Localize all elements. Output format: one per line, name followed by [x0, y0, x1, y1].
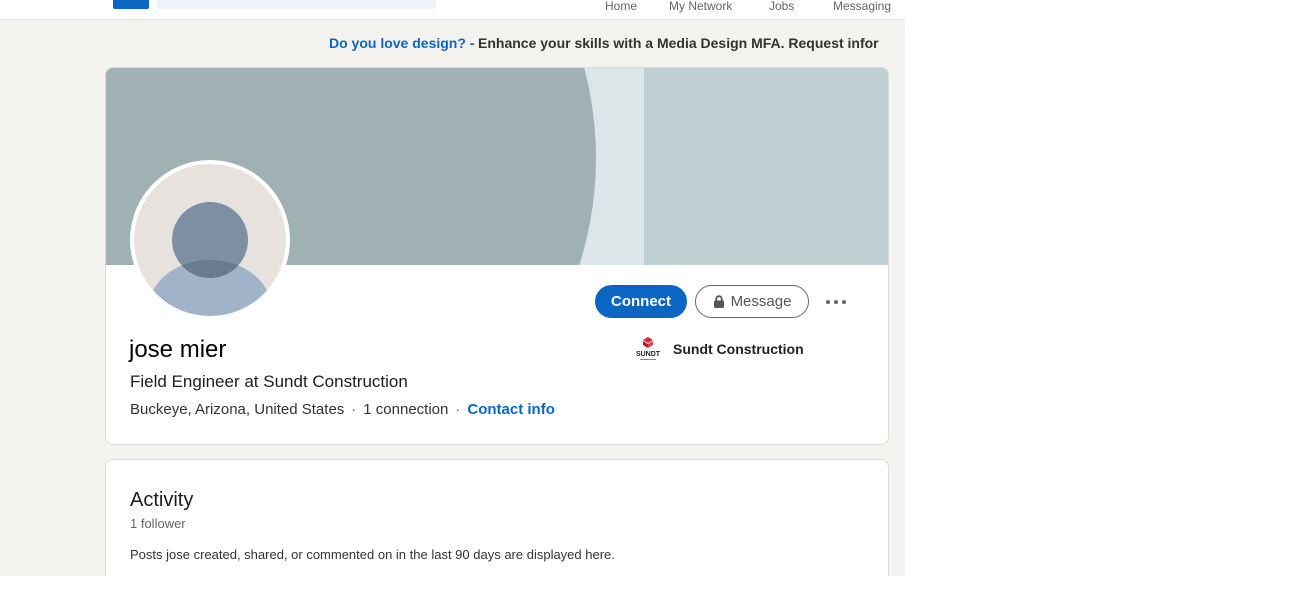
message-button[interactable]: Message	[695, 285, 809, 318]
activity-section: Activity 1 follower Posts jose created, …	[105, 459, 889, 576]
browser-viewport: Home My Network Jobs Messaging Do you lo…	[0, 0, 905, 576]
sundt-logo-icon: SUNDT	[633, 334, 663, 364]
company-name: Sundt Construction	[673, 341, 804, 357]
nav-item-messaging[interactable]: Messaging	[833, 0, 891, 13]
nav-item-jobs[interactable]: Jobs	[769, 0, 794, 13]
svg-text:SUNDT: SUNDT	[636, 351, 661, 358]
connect-button[interactable]: Connect	[595, 285, 687, 318]
profile-meta: Buckeye, Arizona, United States · 1 connec…	[130, 401, 555, 418]
lock-icon	[713, 295, 724, 308]
ad-lead-link[interactable]: Do you love design? -	[329, 35, 474, 51]
activity-title: Activity	[130, 489, 194, 511]
ad-banner[interactable]: Do you love design? - Enhance your skill…	[0, 35, 905, 55]
message-button-label: Message	[730, 293, 792, 310]
search-input[interactable]	[157, 0, 436, 9]
linkedin-logo-icon[interactable]	[113, 0, 149, 9]
follower-count: 1 follower	[130, 516, 186, 531]
current-company[interactable]: SUNDT Sundt Construction	[633, 334, 804, 364]
profile-name: jose mier	[129, 336, 227, 363]
profile-headline: Field Engineer at Sundt Construction	[130, 372, 408, 391]
profile-top-card: Connect Message jose mier Field Engineer…	[105, 67, 889, 445]
default-avatar-icon[interactable]	[130, 160, 290, 320]
more-options-icon[interactable]	[818, 285, 854, 318]
connections-count[interactable]: 1 connection	[363, 401, 448, 418]
nav-item-home[interactable]: Home	[605, 0, 637, 13]
activity-description: Posts jose created, shared, or commented…	[130, 547, 615, 562]
contact-info-link[interactable]: Contact info	[467, 401, 555, 418]
ad-text: Enhance your skills with a Media Design …	[478, 35, 879, 51]
global-nav: Home My Network Jobs Messaging	[0, 0, 905, 20]
profile-location: Buckeye, Arizona, United States	[130, 401, 345, 418]
nav-item-my-network[interactable]: My Network	[669, 0, 732, 13]
